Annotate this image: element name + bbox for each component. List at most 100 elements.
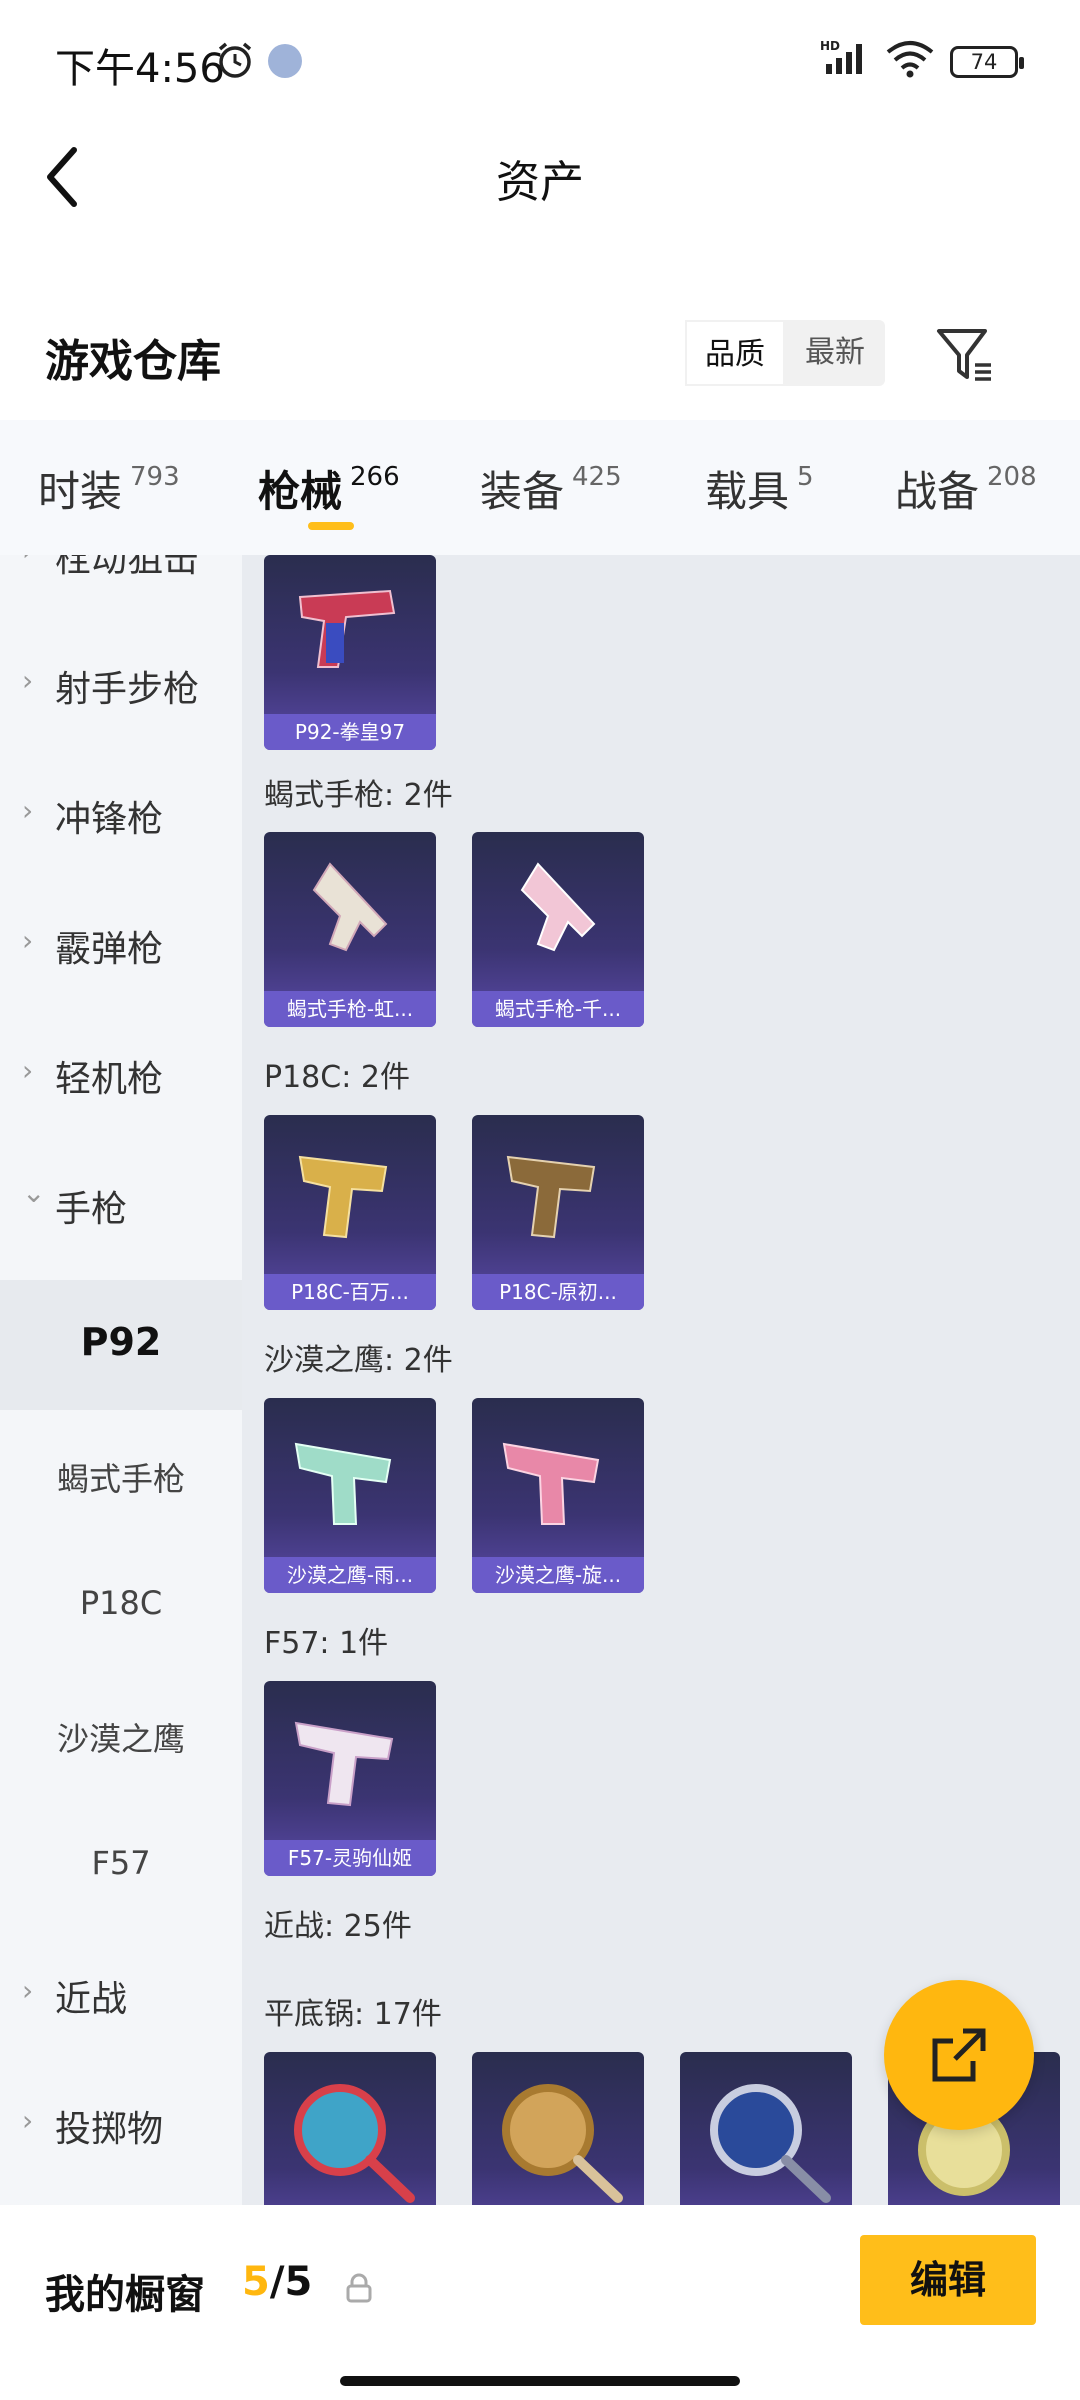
sidebar-item-label: 手枪	[55, 1189, 128, 1230]
svg-text:HD: HD	[820, 39, 840, 53]
item-card[interactable]: P18C-原初...	[472, 1115, 644, 1310]
sidebar-item-label: 近战	[55, 1979, 128, 2020]
item-name: P92-拳皇97	[264, 714, 436, 750]
home-indicator[interactable]	[340, 2376, 740, 2386]
item-name: P18C-百万...	[264, 1274, 436, 1310]
active-tab-indicator	[308, 522, 354, 530]
sort-quality-button[interactable]: 品质	[685, 320, 785, 386]
nav-bar: 资产	[0, 120, 1080, 230]
tab-count: 266	[350, 462, 400, 492]
tab-equipment[interactable]: 装备 425	[480, 458, 622, 519]
tab-supplies[interactable]: 战备 208	[895, 458, 1037, 519]
sidebar-item-label: 霰弹枪	[55, 929, 164, 970]
item-name: P18C-原初...	[472, 1274, 644, 1310]
sidebar-item-melee[interactable]: › 近战	[0, 1930, 242, 2060]
pistol-icon	[294, 1721, 394, 1807]
showcase-label: 我的橱窗	[45, 2272, 205, 2318]
battery-indicator: 74	[950, 46, 1024, 78]
sidebar-item-smg[interactable]: › 冲锋枪	[0, 750, 242, 880]
showcase-current: 5	[242, 2259, 270, 2305]
tab-label: 时装	[38, 467, 123, 516]
pistol-icon	[506, 1155, 596, 1239]
group-title: 蝎式手枪: 2件	[264, 778, 453, 813]
frying-pan-icon	[502, 2084, 623, 2203]
item-card[interactable]: F57-灵驹仙姬	[264, 1681, 436, 1876]
sidebar-item-label: 投掷物	[55, 2109, 164, 2150]
item-card[interactable]	[472, 2052, 644, 2205]
sort-newest-button[interactable]: 最新	[785, 320, 885, 386]
alarm-icon	[218, 42, 252, 78]
pistol-icon	[502, 1442, 600, 1525]
sidebar-item-label: 蝎式手枪	[56, 1460, 185, 1498]
sidebar-item-throwables[interactable]: › 投掷物	[0, 2060, 242, 2190]
chevron-right-icon: ›	[22, 924, 34, 957]
tab-label: 装备	[480, 467, 565, 516]
item-card[interactable]: P18C-百万...	[264, 1115, 436, 1310]
sidebar-subitem-p92[interactable]: P92	[0, 1280, 242, 1410]
external-link-icon	[932, 2028, 986, 2082]
showcase-count: 5/5	[242, 2259, 312, 2305]
sidebar-item-marksman-rifle[interactable]: › 射手步枪	[0, 620, 242, 750]
sidebar-item-bolt-sniper[interactable]: › 栓动狙击	[0, 555, 242, 620]
sidebar-subitem-p18c[interactable]: P18C	[0, 1540, 242, 1670]
sidebar-item-label: 轻机枪	[55, 1059, 164, 1100]
chevron-right-icon: ›	[22, 555, 33, 567]
app-notification-icon	[268, 44, 302, 78]
group-title: 沙漠之鹰: 2件	[264, 1343, 453, 1378]
lock-icon	[346, 2273, 372, 2303]
sidebar-subitem-scorpion[interactable]: 蝎式手枪	[0, 1410, 242, 1540]
sidebar-item-pistol[interactable]: ⌄ 手枪	[0, 1140, 242, 1270]
item-card[interactable]: 蝎式手枪-千...	[472, 832, 644, 1027]
pistol-icon	[298, 589, 396, 668]
item-card[interactable]: 沙漠之鹰-旋...	[472, 1398, 644, 1593]
chevron-right-icon: ›	[22, 664, 34, 697]
sidebar-subitem-f57[interactable]: F57	[0, 1800, 242, 1930]
sidebar-item-shotgun[interactable]: › 霰弹枪	[0, 880, 242, 1010]
item-name: 蝎式手枪-千...	[472, 991, 644, 1027]
sidebar-item-label: 射手步枪	[55, 669, 200, 710]
tab-fashion[interactable]: 时装 793	[38, 458, 180, 519]
sort-toggle: 品质 最新	[685, 320, 885, 386]
tab-count: 425	[572, 462, 622, 492]
sidebar-item-label: 冲锋枪	[55, 799, 164, 840]
tab-count: 793	[130, 462, 180, 492]
showcase-total: /5	[269, 2259, 313, 2305]
tab-count: 5	[797, 462, 814, 492]
item-card[interactable]: 沙漠之鹰-雨...	[264, 1398, 436, 1593]
frying-pan-icon	[294, 2084, 415, 2203]
group-title: F57: 1件	[264, 1626, 389, 1661]
item-name: 蝎式手枪-虹...	[264, 991, 436, 1027]
tab-count: 208	[987, 462, 1037, 492]
smg-icon	[312, 862, 388, 952]
smg-icon	[520, 862, 596, 952]
item-name: F57-灵驹仙姬	[264, 1840, 436, 1876]
group-title: 平底锅: 17件	[264, 1997, 442, 2032]
item-card[interactable]: P92-拳皇97	[264, 555, 436, 750]
sidebar-item-lmg[interactable]: › 轻机枪	[0, 1010, 242, 1140]
status-time: 下午4:56	[55, 46, 225, 92]
tab-label: 载具	[705, 467, 790, 516]
frying-pan-icon	[710, 2084, 831, 2203]
page-title: 资产	[496, 157, 584, 208]
item-card[interactable]	[264, 2052, 436, 2205]
item-grid-area[interactable]: P92-拳皇97 蝎式手枪: 2件 蝎式手枪-虹... 蝎式手枪-千... P1…	[242, 555, 1080, 2205]
chevron-right-icon: ›	[22, 1974, 34, 2007]
filter-icon[interactable]	[935, 325, 995, 385]
sidebar-item-label: 栓动狙击	[55, 555, 200, 580]
item-card[interactable]: 蝎式手枪-虹...	[264, 832, 436, 1027]
warehouse-title: 游戏仓库	[45, 336, 221, 387]
chevron-down-icon: ⌄	[22, 1176, 46, 1209]
weapon-category-sidebar[interactable]: › 栓动狙击 › 射手步枪 › 冲锋枪 › 霰弹枪 › 轻机枪 ⌄ 手枪 P92…	[0, 555, 242, 2205]
signal-icon: HD	[820, 39, 862, 74]
item-card[interactable]	[680, 2052, 852, 2205]
edit-button[interactable]: 编辑	[860, 2235, 1036, 2325]
tab-label: 枪械	[258, 467, 343, 516]
chevron-right-icon: ›	[22, 2104, 34, 2137]
pistol-icon	[298, 1155, 388, 1239]
tab-vehicles[interactable]: 载具 5	[705, 458, 814, 519]
group-title: P18C: 2件	[264, 1060, 410, 1095]
sidebar-item-label: P18C	[79, 1584, 163, 1622]
tab-firearms[interactable]: 枪械 266	[258, 458, 400, 519]
share-fab[interactable]	[884, 1980, 1034, 2130]
sidebar-subitem-desert-eagle[interactable]: 沙漠之鹰	[0, 1670, 242, 1800]
